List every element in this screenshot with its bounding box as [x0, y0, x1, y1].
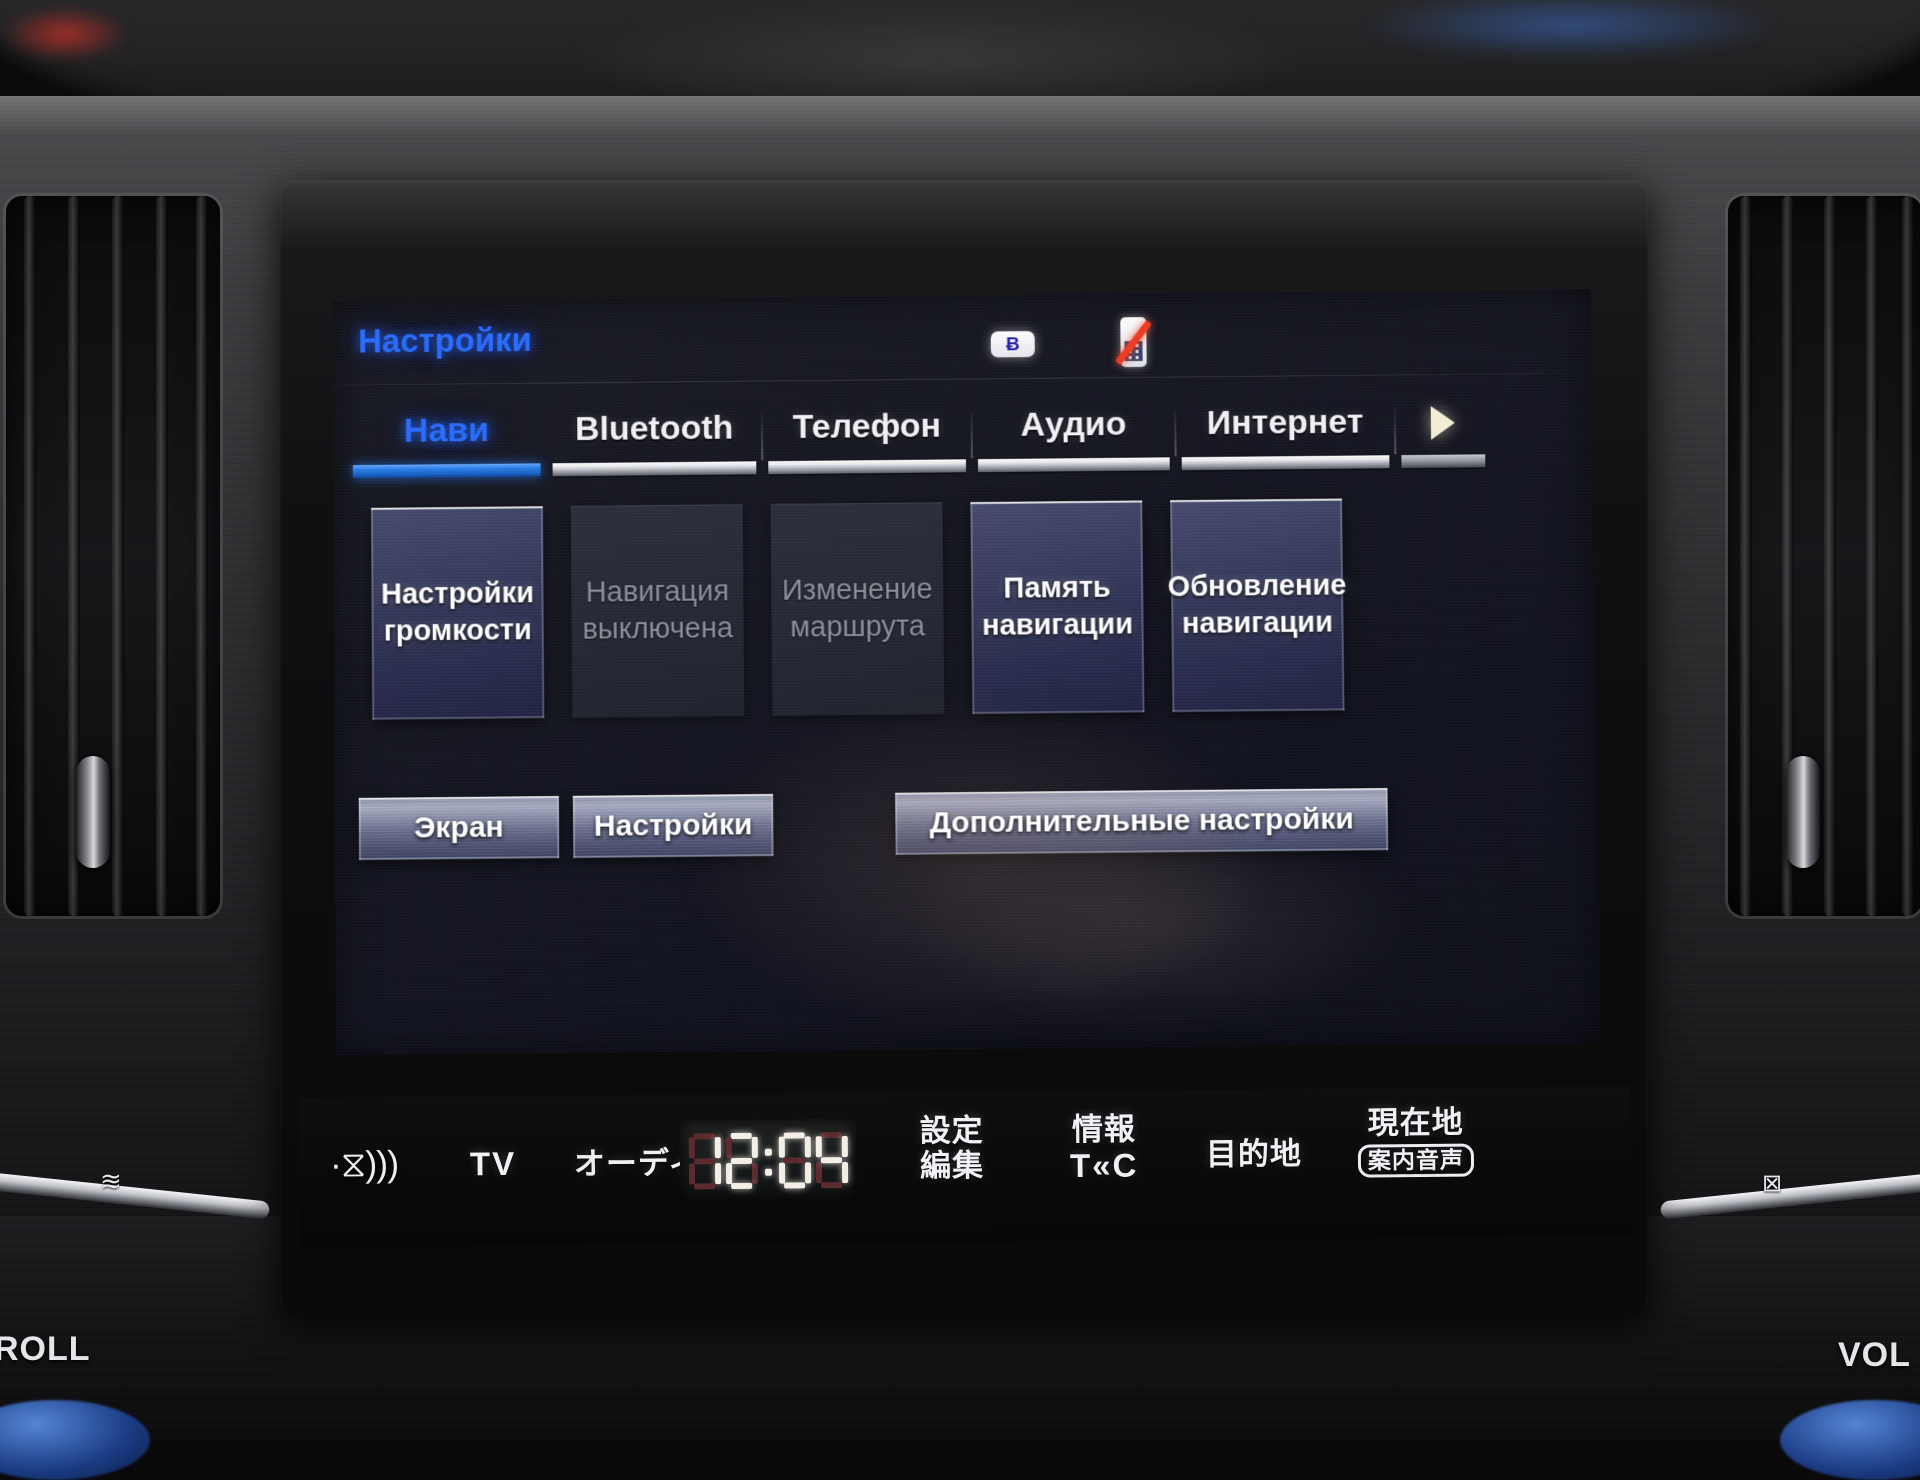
tile-navigation-memory[interactable]: Память навигации	[970, 500, 1144, 713]
clock-digit	[777, 1131, 812, 1189]
hardkey-label-line2: T«C	[1070, 1147, 1139, 1185]
tab-navi[interactable]: Нави	[347, 410, 547, 478]
tile-label: Память навигации	[979, 569, 1136, 645]
hardkey-tv[interactable]: TV	[470, 1146, 516, 1183]
additional-settings-button[interactable]: Дополнительные настройки	[895, 788, 1388, 855]
tile-label: Изменение маршрута	[779, 571, 936, 647]
tile-label: Навигация выключена	[579, 573, 735, 649]
phone-disconnected-icon	[1112, 315, 1153, 371]
hardkey-settings-edit[interactable]: 設定 編集	[920, 1114, 985, 1184]
tab-next-page-button[interactable]	[1395, 401, 1492, 468]
hardkey-label-line1: 情報	[1070, 1112, 1139, 1147]
hardkey-radio[interactable]: ·⧖)))	[330, 1143, 399, 1187]
screen-button[interactable]: Экран	[359, 796, 560, 860]
button-label: Настройки	[594, 808, 753, 844]
hardkey-label-line1: 設定	[920, 1114, 984, 1149]
bluetooth-icon: Ƀ	[991, 331, 1035, 357]
air-vent-right[interactable]	[1728, 196, 1920, 916]
chevron-right-icon	[1431, 406, 1455, 440]
tile-volume-settings[interactable]: Настройки громкости	[371, 506, 544, 719]
clock-digit	[814, 1131, 849, 1189]
page-title: Настройки	[358, 321, 532, 360]
clock-colon	[761, 1132, 775, 1190]
tile-navigation-off: Навигация выключена	[571, 504, 745, 717]
tile-label: Настройки громкости	[379, 575, 535, 651]
screen-glare	[664, 681, 1288, 1048]
airflow-icon-left: ≋	[100, 1168, 122, 1194]
tab-audio[interactable]: Аудио	[971, 404, 1175, 472]
car-center-console: ≋ ⊠ ROLL VOL Настройки Ƀ Нави	[0, 0, 1920, 1440]
ambient-light-red	[0, 6, 130, 62]
navi-settings-tile-grid[interactable]: Настройки громкости Навигация выключена …	[371, 499, 1344, 720]
hardkey-label-line2: 案内音声	[1358, 1140, 1474, 1178]
tile-navigation-update[interactable]: Обновление навигации	[1170, 499, 1344, 712]
air-vent-left[interactable]	[6, 196, 220, 916]
hardkey-current-location[interactable]: 現在地 案内音声	[1357, 1106, 1474, 1178]
digital-clock: 12:04	[680, 1119, 857, 1203]
settings-tab-bar[interactable]: Нави Bluetooth Телефон Аудио Интернет	[347, 401, 1576, 479]
vent-thumbwheel-left[interactable]	[76, 756, 110, 868]
radio-wave-icon: ·⧖)))	[330, 1143, 399, 1187]
settings-button[interactable]: Настройки	[573, 794, 774, 858]
hardkey-label-line1: 現在地	[1357, 1106, 1473, 1142]
vent-closed-icon-right: ⊠	[1762, 1172, 1782, 1196]
tab-label: Аудио	[1020, 405, 1126, 445]
hardkey-bar[interactable]: ·⧖))) TV オーディオ	[299, 1086, 1630, 1248]
infotainment-screen[interactable]: Настройки Ƀ Нави Bluetooth Телеф	[332, 289, 1601, 1055]
screen-bottom-button-row[interactable]: Экран Настройки Дополнительные настройки	[347, 786, 1589, 864]
header-divider	[332, 373, 1592, 386]
ambient-light-blue	[1360, 0, 1780, 60]
hardkey-destination[interactable]: 目的地	[1206, 1137, 1302, 1173]
bluetooth-glyph: Ƀ	[1006, 335, 1020, 354]
hardkey-info-tc[interactable]: 情報 T«C	[1070, 1112, 1139, 1184]
volume-knob-label: VOL	[1838, 1336, 1911, 1375]
tile-label: Обновление навигации	[1168, 567, 1348, 643]
vent-thumbwheel-right[interactable]	[1786, 756, 1820, 868]
hardkey-label: TV	[470, 1146, 516, 1183]
tab-internet[interactable]: Интернет	[1175, 402, 1395, 470]
tab-bluetooth[interactable]: Bluetooth	[546, 408, 762, 476]
button-label: Дополнительные настройки	[929, 802, 1354, 840]
tab-label: Нави	[404, 411, 489, 451]
tab-label: Bluetooth	[575, 409, 734, 449]
hardkey-label-line2: 編集	[920, 1149, 984, 1184]
scroll-knob-label: ROLL	[0, 1330, 91, 1369]
tile-route-change: Изменение маршрута	[771, 502, 945, 715]
status-icon-tray: Ƀ	[991, 315, 1153, 372]
hardkey-label: 目的地	[1206, 1137, 1302, 1173]
tab-label: Интернет	[1207, 403, 1364, 443]
tab-label: Телефон	[792, 407, 941, 447]
tab-telephone[interactable]: Телефон	[762, 406, 972, 474]
button-label: Экран	[414, 811, 504, 846]
